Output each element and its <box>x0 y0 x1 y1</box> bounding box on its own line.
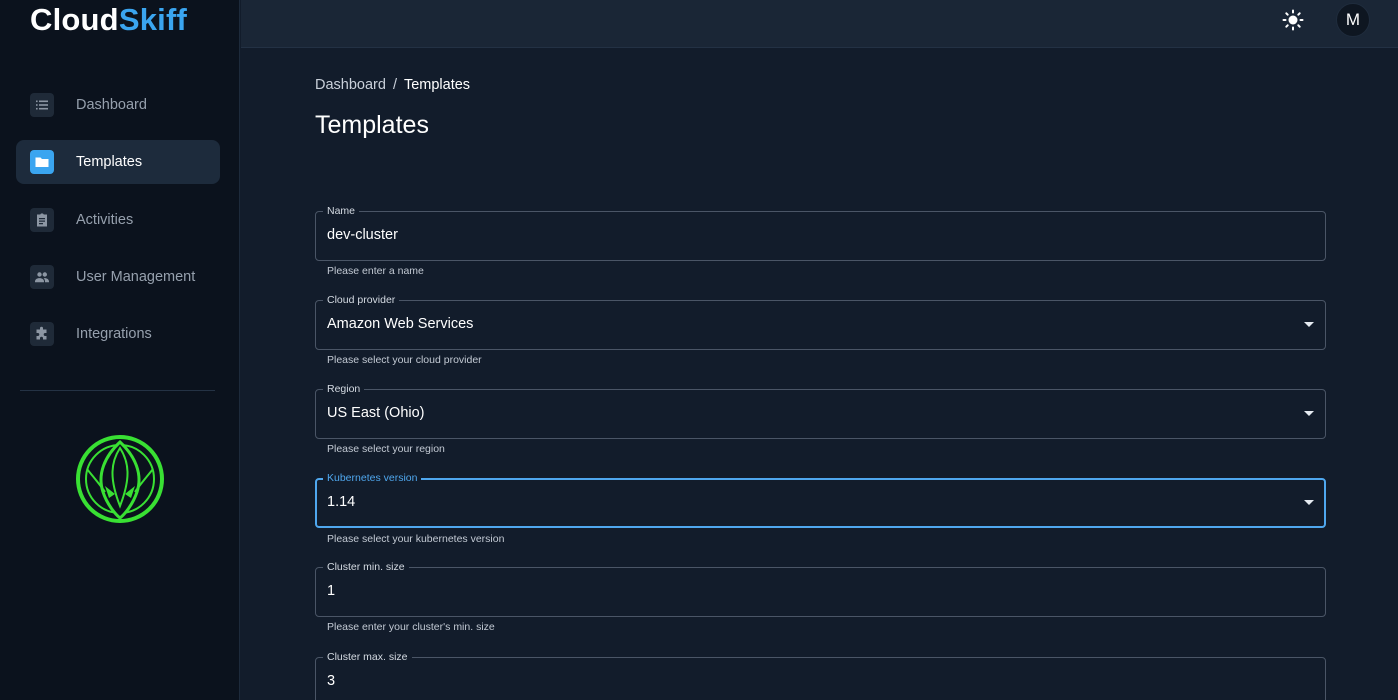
sidebar-nav: Dashboard Templates Activities User Mana… <box>16 83 220 369</box>
logo-text-cloud: Cloud <box>30 2 119 37</box>
clipboard-icon <box>30 207 54 232</box>
cluster-max-size-field[interactable]: Cluster max. size <box>315 651 1326 700</box>
sidebar-item-dashboard[interactable]: Dashboard <box>16 83 220 127</box>
app-logo[interactable]: CloudSkiff <box>30 2 187 38</box>
alien-logo-icon <box>76 435 164 523</box>
sidebar-item-user-management[interactable]: User Management <box>16 255 220 299</box>
cluster-min-size-label: Cluster min. size <box>323 561 409 573</box>
name-input[interactable] <box>327 227 1277 243</box>
sidebar-item-label: User Management <box>76 268 196 285</box>
kubernetes-version-helper-text: Please select your kubernetes version <box>327 533 505 545</box>
people-icon <box>30 264 54 289</box>
sidebar-item-label: Templates <box>76 154 143 171</box>
name-field[interactable]: Name <box>315 205 1326 261</box>
sidebar-item-label: Activities <box>76 211 134 228</box>
dropdown-arrow-icon <box>1304 411 1314 416</box>
sidebar-item-integrations[interactable]: Integrations <box>16 312 220 356</box>
region-label: Region <box>323 383 365 395</box>
kubernetes-version-value: 1.14 <box>327 494 356 510</box>
sidebar: CloudSkiff Dashboard Templates Activitie… <box>0 0 240 700</box>
region-select[interactable]: Region US East (Ohio) <box>315 383 1326 439</box>
breadcrumb-separator: / <box>392 77 397 93</box>
avatar[interactable]: M <box>1336 3 1370 37</box>
breadcrumb: Dashboard / Templates <box>315 77 470 93</box>
dropdown-arrow-icon <box>1304 322 1314 327</box>
theme-toggle-button[interactable] <box>1281 8 1305 32</box>
sidebar-item-templates[interactable]: Templates <box>16 140 220 185</box>
breadcrumb-dashboard-link[interactable]: Dashboard <box>315 77 386 93</box>
cluster-min-size-input[interactable] <box>327 583 1277 599</box>
kubernetes-version-label: Kubernetes version <box>323 472 422 484</box>
cloud-provider-value: Amazon Web Services <box>327 316 474 332</box>
page-title: Templates <box>315 111 429 139</box>
cloud-provider-select[interactable]: Cloud provider Amazon Web Services <box>315 294 1326 350</box>
folder-icon <box>30 150 54 175</box>
region-value: US East (Ohio) <box>327 405 425 421</box>
cluster-min-size-field[interactable]: Cluster min. size <box>315 561 1326 617</box>
cluster-min-size-helper-text: Please enter your cluster's min. size <box>327 621 495 633</box>
breadcrumb-current: Templates <box>403 77 471 93</box>
name-helper-text: Please enter a name <box>327 265 424 277</box>
cluster-max-size-input[interactable] <box>327 673 1277 689</box>
sun-icon <box>1282 9 1304 31</box>
top-bar: M <box>241 0 1398 48</box>
puzzle-icon <box>30 322 54 347</box>
sidebar-item-label: Dashboard <box>76 97 147 113</box>
sidebar-item-activities[interactable]: Activities <box>16 198 220 242</box>
sidebar-item-label: Integrations <box>76 326 152 343</box>
region-helper-text: Please select your region <box>327 443 445 455</box>
dropdown-arrow-icon <box>1304 500 1314 505</box>
list-icon <box>30 93 54 117</box>
cloud-provider-label: Cloud provider <box>323 294 400 306</box>
cloud-provider-helper-text: Please select your cloud provider <box>327 354 482 366</box>
sidebar-divider <box>20 390 215 391</box>
kubernetes-version-select[interactable]: Kubernetes version 1.14 <box>315 472 1326 528</box>
name-field-label: Name <box>323 205 360 217</box>
logo-text-skiff: Skiff <box>118 2 187 37</box>
cluster-max-size-label: Cluster max. size <box>323 651 412 663</box>
